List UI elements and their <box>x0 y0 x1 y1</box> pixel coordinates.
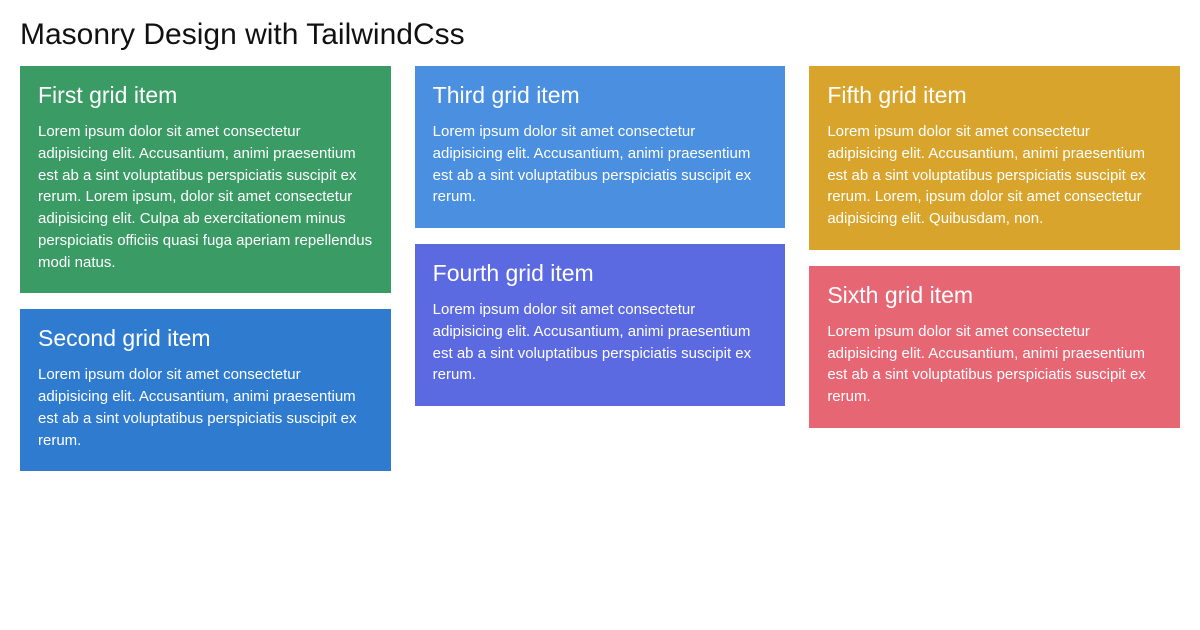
card-title: Third grid item <box>433 82 768 109</box>
masonry-grid: First grid item Lorem ipsum dolor sit am… <box>20 66 1180 487</box>
card-body: Lorem ipsum dolor sit amet consectetur a… <box>38 364 373 451</box>
grid-card: Second grid item Lorem ipsum dolor sit a… <box>20 309 391 471</box>
card-title: First grid item <box>38 82 373 109</box>
grid-card: Fourth grid item Lorem ipsum dolor sit a… <box>415 244 786 406</box>
grid-card: Fifth grid item Lorem ipsum dolor sit am… <box>809 66 1180 250</box>
card-title: Fifth grid item <box>827 82 1162 109</box>
card-body: Lorem ipsum dolor sit amet consectetur a… <box>827 121 1162 230</box>
page-title: Masonry Design with TailwindCss <box>20 18 1180 52</box>
card-body: Lorem ipsum dolor sit amet consectetur a… <box>433 121 768 208</box>
card-body: Lorem ipsum dolor sit amet consectetur a… <box>38 121 373 273</box>
grid-card: Sixth grid item Lorem ipsum dolor sit am… <box>809 266 1180 428</box>
grid-card: Third grid item Lorem ipsum dolor sit am… <box>415 66 786 228</box>
card-title: Fourth grid item <box>433 260 768 287</box>
card-body: Lorem ipsum dolor sit amet consectetur a… <box>827 321 1162 408</box>
grid-card: First grid item Lorem ipsum dolor sit am… <box>20 66 391 293</box>
card-title: Sixth grid item <box>827 282 1162 309</box>
card-title: Second grid item <box>38 325 373 352</box>
card-body: Lorem ipsum dolor sit amet consectetur a… <box>433 299 768 386</box>
